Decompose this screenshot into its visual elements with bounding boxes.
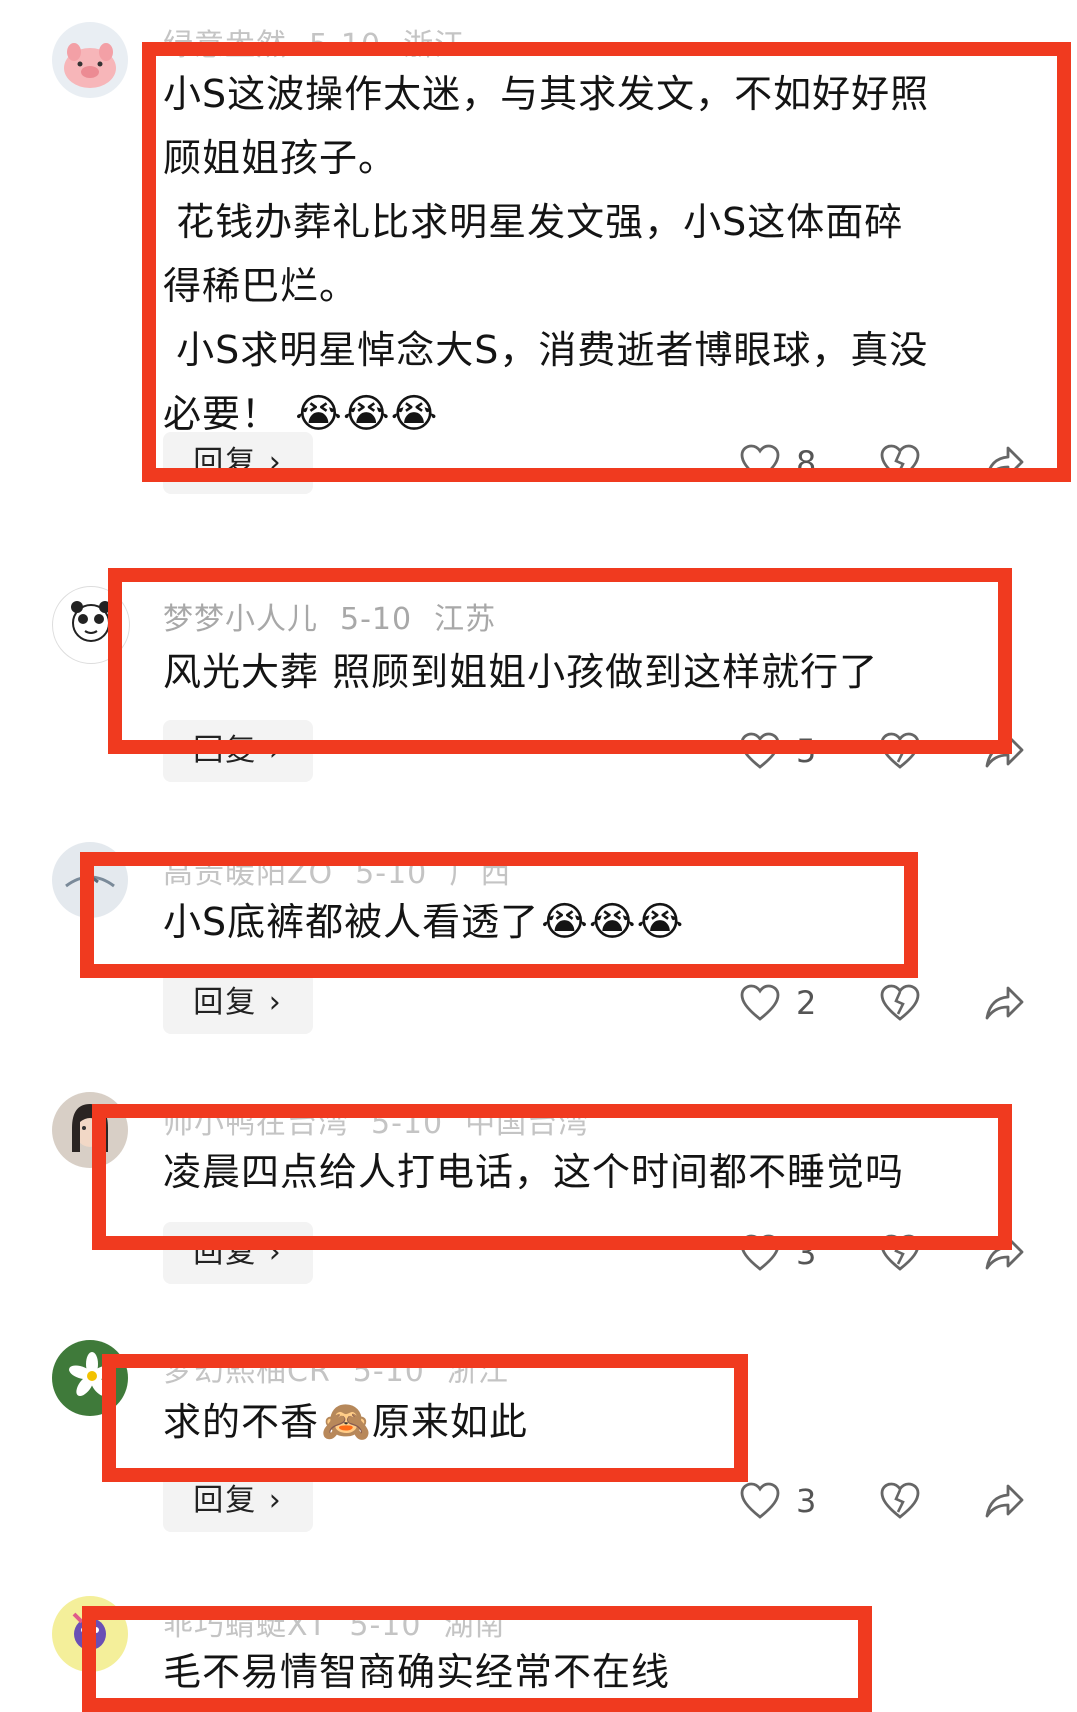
broken-heart-icon[interactable]: [880, 1482, 920, 1520]
heart-icon[interactable]: [740, 732, 780, 770]
share-icon[interactable]: [984, 1482, 1024, 1520]
comment-date: 5-10: [340, 602, 413, 637]
see-no-evil-monkey-emoji: 🙈: [321, 1399, 372, 1445]
like-count: 5: [796, 732, 817, 770]
comment-text: 小S这波操作太迷，与其求发文，不如好好照 顾姐姐孩子。 花钱办葬礼比求明星发文强…: [163, 62, 1043, 446]
share-icon[interactable]: [984, 984, 1024, 1022]
comment-body: 凌晨四点给人打电话，这个时间都不睡觉吗: [163, 1150, 905, 1194]
panda-meme-avatar[interactable]: [52, 586, 130, 664]
comment-text: 求的不香🙈原来如此: [163, 1390, 1043, 1454]
comment-actions: 回复 › 2: [0, 972, 1077, 1034]
comment-date: 5-10: [355, 856, 428, 891]
comment-date: 5-10: [309, 28, 382, 63]
comment-body: 求的不香: [163, 1400, 320, 1444]
reply-button[interactable]: 回复 ›: [163, 1222, 313, 1284]
comment-location: 江苏: [434, 602, 497, 637]
comment-location: 浙江: [403, 28, 466, 63]
comment-location: 中国台湾: [465, 1106, 590, 1141]
comment-actions: 回复 › 5: [0, 720, 1077, 782]
comment-meta: 高贵暖阳ZO 5-10 广西: [163, 848, 533, 892]
comment-meta: 梦梦小人儿 5-10 江苏: [163, 594, 518, 638]
comment-text: 凌晨四点给人打电话，这个时间都不睡觉吗: [163, 1140, 1043, 1204]
broken-heart-icon[interactable]: [880, 1234, 920, 1272]
username[interactable]: 乖巧蜻蜓XT: [163, 1608, 327, 1643]
like-count: 8: [796, 444, 817, 482]
comment-actions: 回复 › 3: [0, 1470, 1077, 1532]
comment-meta: 帅小鸭在台湾 5-10 中国台湾: [163, 1098, 611, 1142]
comment-date: 5-10: [349, 1608, 422, 1643]
share-icon[interactable]: [984, 444, 1024, 482]
comment-location: 浙江: [446, 1354, 509, 1389]
pig-avatar[interactable]: [52, 22, 128, 98]
username[interactable]: 梦梦小人儿: [163, 602, 318, 637]
comment-body: 小S这波操作太迷，与其求发文，不如好好照 顾姐姐孩子。 花钱办葬礼比求明星发文强…: [163, 72, 930, 436]
comment-body-continued: 原来如此: [371, 1400, 528, 1444]
reply-button[interactable]: 回复 ›: [163, 1470, 313, 1532]
reply-button[interactable]: 回复 ›: [163, 972, 313, 1034]
username[interactable]: 高贵暖阳ZO: [163, 856, 333, 891]
reply-button[interactable]: 回复 ›: [163, 432, 313, 494]
comment-date: 5-10: [352, 1354, 425, 1389]
username[interactable]: 帅小鸭在台湾: [163, 1106, 349, 1141]
comment-date: 5-10: [371, 1106, 444, 1141]
like-count: 3: [796, 1234, 817, 1272]
comment-text: 毛不易情智商确实经常不在线: [163, 1640, 1043, 1704]
comment-meta: 乖巧蜻蜓XT 5-10 湖南: [163, 1600, 527, 1644]
reply-button[interactable]: 回复 ›: [163, 720, 313, 782]
comment-body: 风光大葬 照顾到姐姐小孩做到这样就行了: [163, 650, 879, 694]
heart-icon[interactable]: [740, 1234, 780, 1272]
flower-avatar[interactable]: [52, 1340, 128, 1416]
comment-text: 小S底裤都被人看透了😭😭😭: [163, 890, 1043, 954]
username[interactable]: 绿意盎然: [163, 28, 287, 63]
like-count: 2: [796, 984, 817, 1022]
broken-heart-icon[interactable]: [880, 732, 920, 770]
comment-body: 小S底裤都被人看透了: [163, 900, 540, 944]
girl-avatar[interactable]: [52, 1092, 128, 1168]
like-count: 3: [796, 1482, 817, 1520]
comment-text: 风光大葬 照顾到姐姐小孩做到这样就行了: [163, 640, 1043, 704]
comment-meta: 绿意盎然 5-10 浙江: [163, 20, 487, 64]
heart-icon[interactable]: [740, 444, 780, 482]
broken-heart-icon[interactable]: [880, 984, 920, 1022]
username[interactable]: 梦幻熙柚CR: [163, 1354, 331, 1389]
comment-meta: 梦幻熙柚CR 5-10 浙江: [163, 1346, 531, 1390]
share-icon[interactable]: [984, 1234, 1024, 1272]
comment-actions: 回复 › 8: [0, 432, 1077, 494]
crying-laughing-emoji: 😭😭😭: [541, 899, 685, 945]
comment-location: 湖南: [443, 1608, 506, 1643]
heart-icon[interactable]: [740, 1482, 780, 1520]
comment-actions: 回复 › 3: [0, 1222, 1077, 1284]
comment-location: 广西: [449, 856, 512, 891]
bird-avatar[interactable]: [52, 842, 128, 918]
share-icon[interactable]: [984, 732, 1024, 770]
heart-icon[interactable]: [740, 984, 780, 1022]
crying-laughing-emoji: 😭😭😭: [295, 391, 439, 437]
comment-body: 毛不易情智商确实经常不在线: [163, 1650, 671, 1694]
broken-heart-icon[interactable]: [880, 444, 920, 482]
cartoon-avatar[interactable]: [52, 1596, 128, 1672]
